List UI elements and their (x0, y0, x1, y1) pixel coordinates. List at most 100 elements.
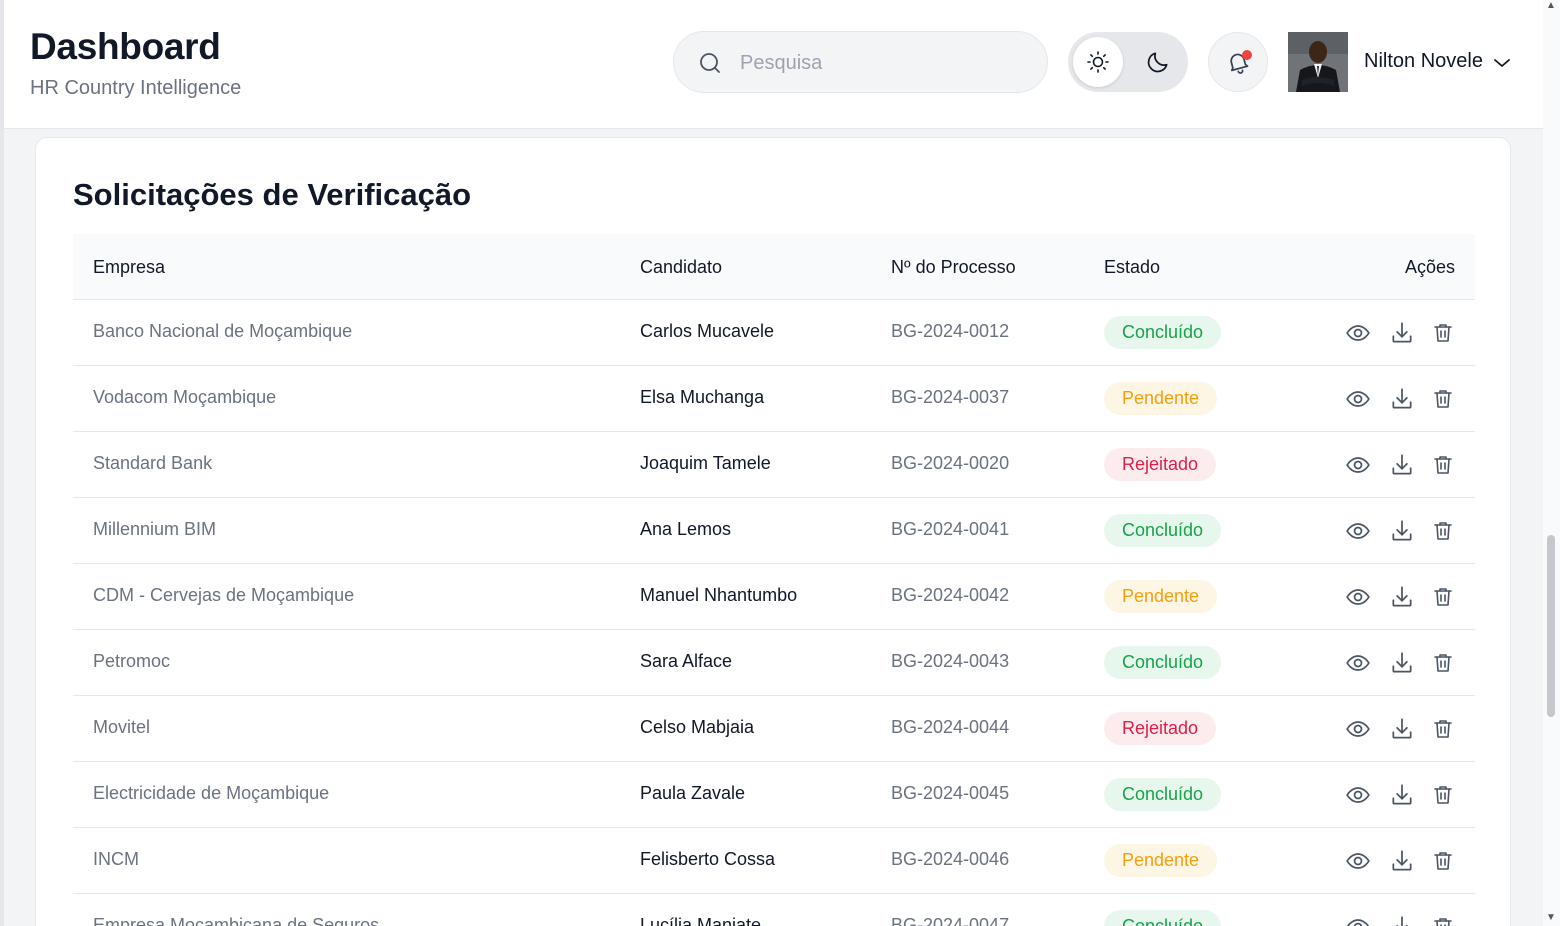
scroll-down-arrow[interactable]: ▼ (1546, 912, 1556, 923)
column-header-acoes: Ações (1404, 257, 1455, 277)
notification-dot (1242, 50, 1252, 60)
candidato-cell: Felisberto Cossa (640, 849, 776, 869)
download-icon[interactable] (1389, 320, 1415, 346)
empresa-cell: Electricidade de Moçambique (93, 783, 330, 803)
table-row[interactable]: Millennium BIM Ana Lemos BG-2024-0041 Co… (73, 498, 1475, 564)
user-name[interactable]: Nilton Novele (1364, 50, 1483, 73)
eye-icon[interactable] (1345, 650, 1371, 676)
empresa-cell: Movitel (93, 717, 151, 737)
trash-icon[interactable] (1430, 452, 1456, 478)
scrollbar[interactable] (1543, 0, 1560, 926)
download-icon[interactable] (1389, 650, 1415, 676)
table-body: Banco Nacional de Moçambique Carlos Muca… (73, 300, 1475, 926)
status-badge: Concluído (1104, 778, 1222, 811)
eye-icon[interactable] (1345, 518, 1371, 544)
empresa-cell: INCM (93, 849, 139, 869)
empresa-cell: Empresa Moçambicana de Seguros (93, 915, 380, 926)
search-bar[interactable] (673, 31, 1048, 93)
download-icon[interactable] (1389, 716, 1415, 742)
light-mode-button[interactable] (1073, 37, 1123, 87)
trash-icon[interactable] (1430, 914, 1456, 926)
processo-cell: BG-2024-0020 (891, 453, 1010, 473)
trash-icon[interactable] (1430, 848, 1456, 874)
empresa-cell: Standard Bank (93, 453, 213, 473)
table-row[interactable]: Standard Bank Joaquim Tamele BG-2024-002… (73, 432, 1475, 498)
download-icon[interactable] (1389, 518, 1415, 544)
candidato-cell: Paula Zavale (640, 783, 746, 803)
dark-mode-button[interactable] (1133, 37, 1183, 87)
status-badge: Rejeitado (1104, 448, 1217, 481)
candidato-cell: Sara Alface (640, 651, 733, 671)
trash-icon[interactable] (1430, 518, 1456, 544)
status-badge: Concluído (1104, 910, 1222, 926)
processo-cell: BG-2024-0042 (891, 585, 1010, 605)
processo-cell: BG-2024-0043 (891, 651, 1010, 671)
candidato-cell: Celso Mabjaia (640, 717, 755, 737)
column-header-empresa: Empresa (93, 257, 166, 277)
column-header-processo: Nº do Processo (891, 257, 1016, 277)
eye-icon[interactable] (1345, 782, 1371, 808)
candidato-cell: Carlos Mucavele (640, 321, 775, 341)
processo-cell: BG-2024-0012 (891, 321, 1010, 341)
table-row[interactable]: INCM Felisberto Cossa BG-2024-0046 Pende… (73, 828, 1475, 894)
download-icon[interactable] (1389, 584, 1415, 610)
download-icon[interactable] (1389, 452, 1415, 478)
card-title: Solicitações de Verificação (73, 177, 472, 212)
download-icon[interactable] (1389, 386, 1415, 412)
trash-icon[interactable] (1430, 584, 1456, 610)
column-header-estado: Estado (1104, 257, 1161, 277)
download-icon[interactable] (1389, 782, 1415, 808)
table-row[interactable]: Vodacom Moçambique Elsa Muchanga BG-2024… (73, 366, 1475, 432)
column-header-candidato: Candidato (640, 257, 723, 277)
search-input[interactable] (740, 46, 1020, 80)
empresa-cell: Millennium BIM (93, 519, 217, 539)
eye-icon[interactable] (1345, 452, 1371, 478)
eye-icon[interactable] (1345, 320, 1371, 346)
top-header: Dashboard HR Country Intelligence Pesqui… (4, 0, 1543, 129)
table-header: Empresa Candidato Nº do Processo Estado … (73, 234, 1475, 300)
eye-icon[interactable] (1345, 914, 1371, 926)
processo-cell: BG-2024-0037 (891, 387, 1010, 407)
table-row[interactable]: CDM - Cervejas de Moçambique Manuel Nhan… (73, 564, 1475, 630)
moon-icon (1145, 49, 1171, 75)
empresa-cell: Vodacom Moçambique (93, 387, 277, 407)
table-row[interactable]: Empresa Moçambicana de Seguros Lucília M… (73, 894, 1475, 926)
download-icon[interactable] (1389, 914, 1415, 926)
candidato-cell: Manuel Nhantumbo (640, 585, 798, 605)
eye-icon[interactable] (1345, 848, 1371, 874)
status-badge: Concluído (1104, 316, 1222, 349)
processo-cell: BG-2024-0047 (891, 915, 1010, 926)
candidato-cell: Lucília Manjate (640, 915, 762, 926)
trash-icon[interactable] (1430, 386, 1456, 412)
eye-icon[interactable] (1345, 716, 1371, 742)
trash-icon[interactable] (1430, 716, 1456, 742)
trash-icon[interactable] (1430, 782, 1456, 808)
table-row[interactable]: Electricidade de Moçambique Paula Zavale… (73, 762, 1475, 828)
window-edge (0, 0, 4, 926)
chevron-down-icon[interactable] (1492, 53, 1512, 73)
theme-toggle[interactable] (1068, 32, 1188, 92)
status-badge: Concluído (1104, 646, 1222, 679)
candidato-cell: Elsa Muchanga (640, 387, 765, 407)
table-row[interactable]: Movitel Celso Mabjaia BG-2024-0044 Rejei… (73, 696, 1475, 762)
scroll-up-arrow[interactable]: ▲ (1546, 0, 1556, 11)
empresa-cell: Petromoc (93, 651, 171, 671)
trash-icon[interactable] (1430, 650, 1456, 676)
status-badge: Pendente (1104, 580, 1218, 613)
empresa-cell: CDM - Cervejas de Moçambique (93, 585, 355, 605)
requests-table: Empresa Candidato Nº do Processo Estado … (73, 234, 1475, 926)
processo-cell: BG-2024-0044 (891, 717, 1010, 737)
table-row[interactable]: Banco Nacional de Moçambique Carlos Muca… (73, 300, 1475, 366)
trash-icon[interactable] (1430, 320, 1456, 346)
download-icon[interactable] (1389, 848, 1415, 874)
eye-icon[interactable] (1345, 584, 1371, 610)
scrollbar-thumb[interactable] (1547, 535, 1555, 717)
verification-requests-card: Solicitações de Verificação Empresa Cand… (35, 137, 1511, 926)
avatar[interactable] (1288, 32, 1348, 92)
eye-icon[interactable] (1345, 386, 1371, 412)
page-title: Dashboard (30, 26, 221, 67)
table-row[interactable]: Petromoc Sara Alface BG-2024-0043 Conclu… (73, 630, 1475, 696)
notifications-button[interactable] (1208, 32, 1268, 92)
page-subtitle: HR Country Intelligence (30, 77, 242, 99)
processo-cell: BG-2024-0041 (891, 519, 1010, 539)
